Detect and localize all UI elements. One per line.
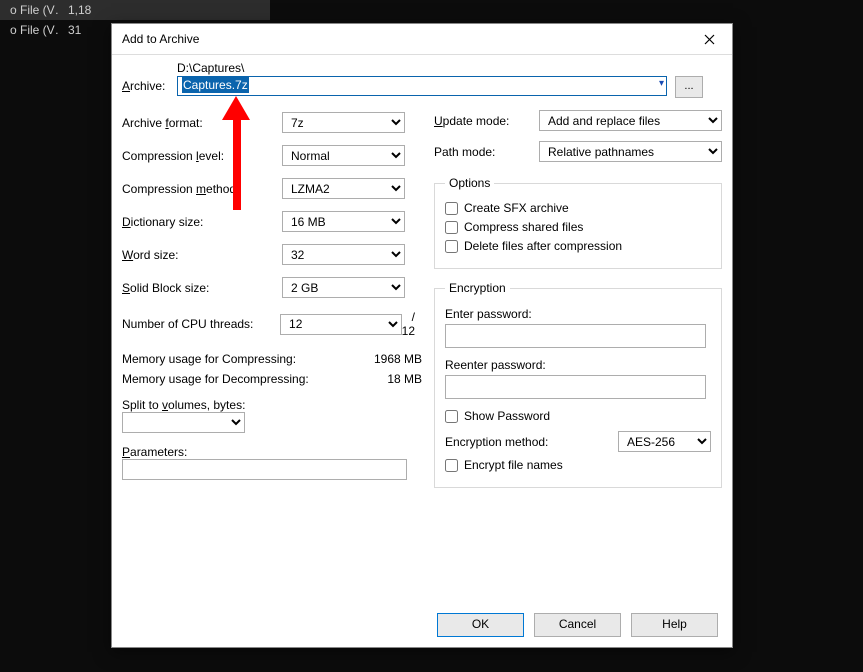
enc-method-select[interactable]: AES-256 <box>618 431 711 452</box>
dict-select[interactable]: 16 MB <box>282 211 405 232</box>
update-select[interactable]: Add and replace files <box>539 110 722 131</box>
encryption-group: Encryption Enter password: Reenter passw… <box>434 281 722 488</box>
archive-path: D:\Captures\ <box>177 61 722 75</box>
dialog-title: Add to Archive <box>122 32 686 46</box>
cancel-button[interactable]: Cancel <box>534 613 621 637</box>
mem-decompress-value: 18 MB <box>352 372 422 386</box>
delete-checkbox[interactable]: Delete files after compression <box>445 239 711 253</box>
browse-button[interactable]: ... <box>675 76 703 98</box>
options-group: Options Create SFX archive Compress shar… <box>434 176 722 269</box>
update-label: Update mode: <box>434 114 539 128</box>
enc-method-label: Encryption method: <box>445 435 618 449</box>
add-to-archive-dialog: Add to Archive Archive: D:\Captures\ Cap… <box>111 23 733 648</box>
word-select[interactable]: 32 <box>282 244 405 265</box>
shared-checkbox[interactable]: Compress shared files <box>445 220 711 234</box>
enter-password-input[interactable] <box>445 324 706 348</box>
split-label: Split to volumes, bytes: <box>122 398 422 412</box>
reenter-password-label: Reenter password: <box>445 358 711 372</box>
help-button[interactable]: Help <box>631 613 718 637</box>
level-select[interactable]: Normal <box>282 145 405 166</box>
solid-label: Solid Block size: <box>122 281 282 295</box>
mem-compress-label: Memory usage for Compressing: <box>122 352 352 366</box>
options-legend: Options <box>445 176 494 190</box>
reenter-password-input[interactable] <box>445 375 706 399</box>
archive-label: Archive: <box>122 79 177 93</box>
chevron-down-icon: ▾ <box>659 78 664 89</box>
encryption-legend: Encryption <box>445 281 510 295</box>
params-label: Parameters: <box>122 445 422 459</box>
format-select[interactable]: 7z <box>282 112 405 133</box>
mem-decompress-label: Memory usage for Decompressing: <box>122 372 352 386</box>
titlebar: Add to Archive <box>112 24 732 55</box>
dialog-footer: OK Cancel Help <box>112 613 732 637</box>
encrypt-names-checkbox[interactable]: Encrypt file names <box>445 458 711 472</box>
word-label: Word size: <box>122 248 282 262</box>
mem-compress-value: 1968 MB <box>352 352 422 366</box>
level-label: Compression level: <box>122 149 282 163</box>
threads-label: Number of CPU threads: <box>122 317 280 331</box>
format-label: Archive format: <box>122 116 282 130</box>
show-password-checkbox[interactable]: Show Password <box>445 409 711 423</box>
sfx-checkbox[interactable]: Create SFX archive <box>445 201 711 215</box>
solid-select[interactable]: 2 GB <box>282 277 405 298</box>
split-select[interactable] <box>122 412 245 433</box>
close-button[interactable] <box>686 24 732 54</box>
method-label: Compression method: <box>122 182 282 196</box>
threads-total: / 12 <box>402 310 422 338</box>
close-icon <box>704 34 715 45</box>
ok-button[interactable]: OK <box>437 613 524 637</box>
params-input[interactable] <box>122 459 407 480</box>
method-select[interactable]: LZMA2 <box>282 178 405 199</box>
pathmode-select[interactable]: Relative pathnames <box>539 141 722 162</box>
enter-password-label: Enter password: <box>445 307 711 321</box>
pathmode-label: Path mode: <box>434 145 539 159</box>
bg-file-row: o File (V…1,18 <box>0 0 270 20</box>
threads-select[interactable]: 12 <box>280 314 402 335</box>
dict-label: Dictionary size: <box>122 215 282 229</box>
archive-filename-input[interactable]: Captures.7z ▾ <box>177 76 667 96</box>
